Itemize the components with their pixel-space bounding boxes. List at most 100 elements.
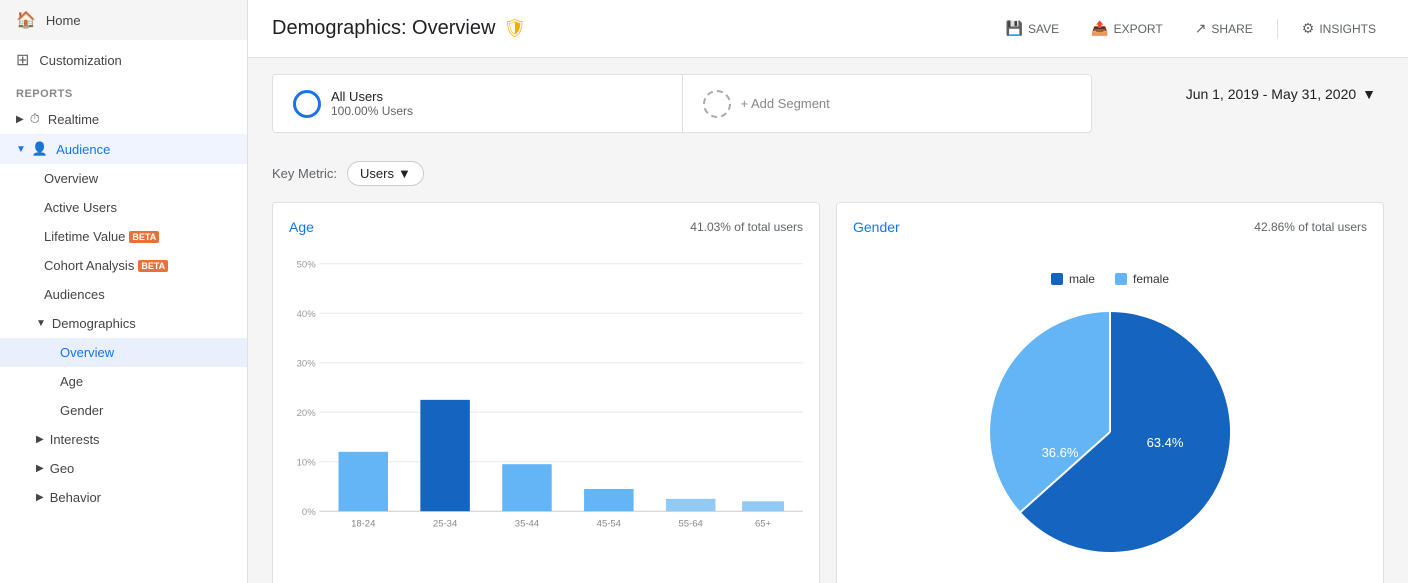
- svg-text:18-24: 18-24: [351, 518, 375, 529]
- realtime-label: Realtime: [48, 112, 99, 127]
- gender-pie-svg: 36.6% 63.4%: [980, 302, 1240, 562]
- save-icon: 💾: [1006, 20, 1023, 37]
- sidebar-item-customization[interactable]: ⊞ Customization: [0, 40, 247, 80]
- interests-label: Interests: [50, 432, 100, 447]
- all-users-info: All Users 100.00% Users: [331, 89, 413, 118]
- insights-button[interactable]: ⚙ INSIGHTS: [1294, 16, 1384, 41]
- key-metric-label: Key Metric:: [272, 166, 337, 181]
- sidebar-item-demographics[interactable]: ▼ Demographics: [0, 309, 247, 338]
- page-title-text: Demographics: Overview: [272, 17, 495, 40]
- sidebar-item-realtime[interactable]: ▶ ⏱ Realtime: [0, 104, 247, 134]
- key-metric-select[interactable]: Users ▼: [347, 161, 424, 186]
- reports-section-label: REPORTS: [0, 80, 247, 104]
- insights-icon: ⚙: [1302, 20, 1315, 37]
- all-users-circle: [293, 90, 321, 118]
- sidebar-item-home[interactable]: 🏠 Home: [0, 0, 247, 40]
- gender-chart-title: Gender: [853, 219, 900, 235]
- export-label: EXPORT: [1114, 22, 1163, 36]
- topbar-divider: [1277, 19, 1278, 39]
- svg-text:55-64: 55-64: [679, 518, 703, 529]
- svg-text:50%: 50%: [297, 260, 317, 271]
- female-pct-label: 36.6%: [1042, 445, 1079, 460]
- add-segment-label: + Add Segment: [741, 96, 830, 111]
- add-segment-circle: [703, 90, 731, 118]
- segment-bar: All Users 100.00% Users + Add Segment: [272, 74, 1092, 133]
- sidebar-item-gender[interactable]: Gender: [0, 396, 247, 425]
- geo-label: Geo: [50, 461, 75, 476]
- sidebar-item-audiences[interactable]: Audiences: [0, 280, 247, 309]
- bar-45-54: [584, 489, 633, 511]
- svg-text:40%: 40%: [297, 309, 317, 320]
- gender-label: Gender: [60, 403, 103, 418]
- share-button[interactable]: ↗ SHARE: [1187, 16, 1261, 41]
- sidebar-item-lifetime-value[interactable]: Lifetime Value BETA: [0, 222, 247, 251]
- svg-text:30%: 30%: [297, 359, 317, 370]
- sidebar-item-geo[interactable]: ▶ Geo: [0, 454, 247, 483]
- age-chart-title: Age: [289, 219, 314, 235]
- date-range-button[interactable]: Jun 1, 2019 - May 31, 2020 ▼: [1178, 82, 1384, 106]
- add-segment-button[interactable]: + Add Segment: [683, 76, 1092, 132]
- behavior-expand-icon: ▶: [36, 492, 44, 503]
- sidebar-item-cohort-analysis[interactable]: Cohort Analysis BETA: [0, 251, 247, 280]
- legend-female: female: [1115, 272, 1169, 286]
- demographics-expand-icon: ▼: [36, 318, 46, 329]
- key-metric-chevron-icon: ▼: [398, 166, 411, 181]
- svg-text:35-44: 35-44: [515, 518, 539, 529]
- main-content: Demographics: Overview 🛡 💾 SAVE 📤 EXPORT…: [248, 0, 1408, 583]
- age-chart-card: Age 41.03% of total users 50% 40% 30% 20…: [272, 202, 820, 583]
- topbar-actions: 💾 SAVE 📤 EXPORT ↗ SHARE ⚙ INSIGHTS: [998, 16, 1384, 41]
- bar-55-64: [666, 499, 715, 511]
- sidebar: 🏠 Home ⊞ Customization REPORTS ▶ ⏱ Realt…: [0, 0, 248, 583]
- age-bar-chart: 50% 40% 30% 20% 10% 0%: [289, 247, 803, 547]
- export-button[interactable]: 📤 EXPORT: [1083, 16, 1171, 41]
- bar-18-24: [338, 452, 387, 511]
- audience-label: Audience: [56, 142, 110, 157]
- demo-overview-label: Overview: [60, 345, 114, 360]
- bar-35-44: [502, 464, 551, 511]
- sidebar-item-behavior[interactable]: ▶ Behavior: [0, 483, 247, 512]
- interests-expand-icon: ▶: [36, 434, 44, 445]
- overview-label: Overview: [44, 171, 98, 186]
- sidebar-item-active-users[interactable]: Active Users: [0, 193, 247, 222]
- gender-chart-card: Gender 42.86% of total users male female: [836, 202, 1384, 583]
- customization-icon: ⊞: [16, 50, 29, 70]
- demographics-label: Demographics: [52, 316, 136, 331]
- sidebar-item-demo-overview[interactable]: Overview: [0, 338, 247, 367]
- behavior-label: Behavior: [50, 490, 101, 505]
- realtime-clock-icon: ⏱: [30, 111, 40, 127]
- verified-icon: 🛡: [503, 18, 526, 39]
- age-chart-header: Age 41.03% of total users: [289, 219, 803, 235]
- age-chart-subtitle: 41.03% of total users: [690, 220, 803, 234]
- cohort-analysis-label: Cohort Analysis: [44, 258, 134, 273]
- age-chart-svg: 50% 40% 30% 20% 10% 0%: [289, 247, 803, 547]
- male-legend-label: male: [1069, 272, 1095, 286]
- all-users-segment[interactable]: All Users 100.00% Users: [273, 75, 683, 132]
- segment-date-row: All Users 100.00% Users + Add Segment Ju…: [272, 74, 1384, 149]
- sidebar-item-audience[interactable]: ▼ 👤 Audience: [0, 134, 247, 164]
- sidebar-customization-label: Customization: [39, 53, 121, 68]
- all-users-sub: 100.00% Users: [331, 104, 413, 118]
- female-legend-dot: [1115, 273, 1127, 285]
- save-button[interactable]: 💾 SAVE: [998, 16, 1068, 41]
- sidebar-item-age[interactable]: Age: [0, 367, 247, 396]
- bar-25-34: [420, 400, 469, 511]
- audience-person-icon: 👤: [32, 141, 48, 157]
- lifetime-value-beta-badge: BETA: [129, 231, 159, 243]
- lifetime-value-label: Lifetime Value: [44, 229, 125, 244]
- page-title: Demographics: Overview 🛡: [272, 17, 526, 40]
- sidebar-item-overview[interactable]: Overview: [0, 164, 247, 193]
- female-legend-label: female: [1133, 272, 1169, 286]
- legend-male: male: [1051, 272, 1095, 286]
- insights-label: INSIGHTS: [1319, 22, 1376, 36]
- svg-text:0%: 0%: [302, 507, 316, 518]
- sidebar-home-label: Home: [46, 13, 81, 28]
- share-icon: ↗: [1195, 20, 1207, 37]
- bar-65plus: [742, 501, 784, 511]
- sidebar-item-interests[interactable]: ▶ Interests: [0, 425, 247, 454]
- key-metric-row: Key Metric: Users ▼: [272, 161, 1384, 186]
- gender-pie-area: male female: [853, 247, 1367, 583]
- key-metric-value: Users: [360, 166, 394, 181]
- svg-text:45-54: 45-54: [597, 518, 621, 529]
- active-users-label: Active Users: [44, 200, 117, 215]
- audience-expand-icon: ▼: [16, 144, 26, 155]
